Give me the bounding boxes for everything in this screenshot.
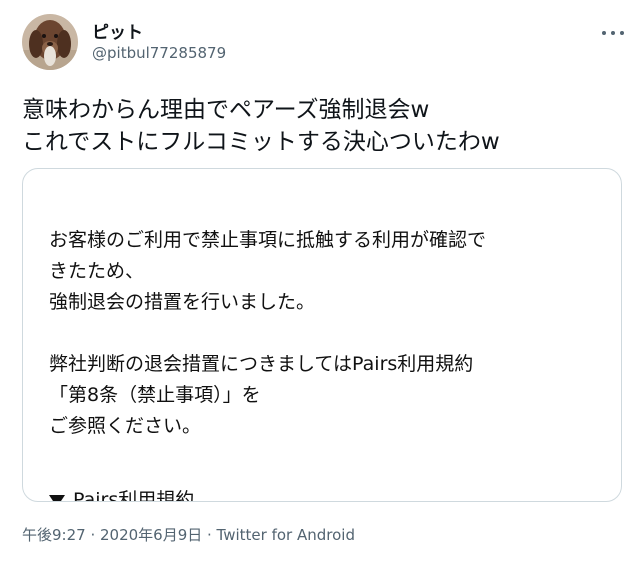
tweet-text: 意味わからん理由でペアーズ強制退会w これでストにフルコミットする決心ついたわw	[22, 97, 500, 155]
tweet-header: ピット @pitbul77285879	[0, 0, 640, 80]
more-horizontal-icon[interactable]	[602, 28, 624, 38]
terms-link-row[interactable]: Pairs利用規約	[49, 485, 195, 502]
card-message: お客様のご利用で禁止事項に抵触する利用が確認で きたため、 強制退会の措置を行い…	[49, 225, 589, 442]
triangle-down-icon	[49, 494, 65, 501]
terms-link-label: Pairs利用規約	[73, 489, 195, 502]
card-paragraph-2: 弊社判断の退会措置につきましてはPairs利用規約 「第8条（禁止事項）」を ご…	[49, 353, 474, 437]
avatar[interactable]	[22, 14, 78, 70]
user-handle[interactable]: @pitbul77285879	[92, 44, 226, 62]
display-name[interactable]: ピット	[92, 18, 143, 43]
attached-image-card[interactable]: お客様のご利用で禁止事項に抵触する利用が確認で きたため、 強制退会の措置を行い…	[22, 168, 622, 502]
avatar-dog-image	[22, 14, 78, 70]
tweet-timestamp[interactable]: 午後9:27 · 2020年6月9日 · Twitter for Android	[22, 524, 355, 545]
card-paragraph-1: お客様のご利用で禁止事項に抵触する利用が確認で きたため、 強制退会の措置を行い…	[49, 229, 487, 313]
